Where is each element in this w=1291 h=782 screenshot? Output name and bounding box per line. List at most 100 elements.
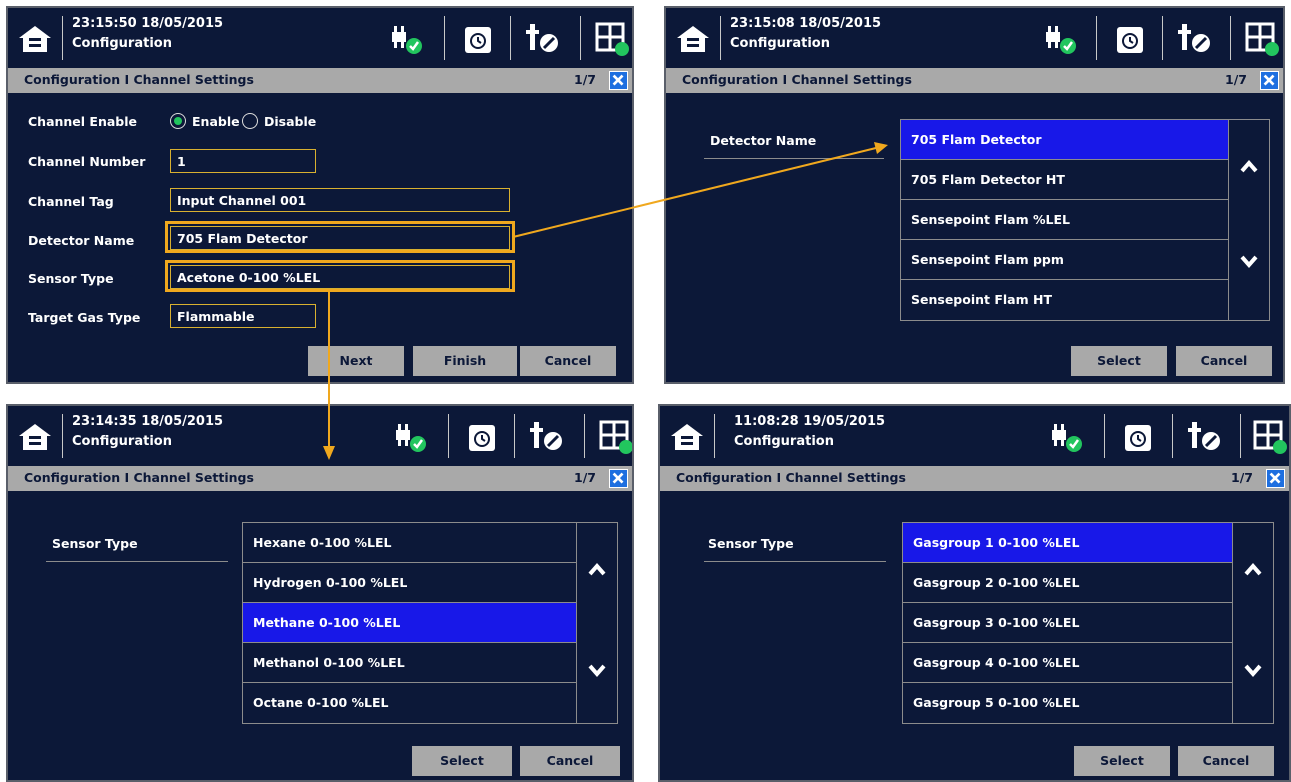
cancel-button[interactable]: Cancel: [1178, 746, 1274, 776]
power-ok-icon[interactable]: [392, 418, 432, 456]
scroll-down-icon[interactable]: [1243, 663, 1263, 679]
option-list: 705 Flam Detector 705 Flam Detector HT S…: [900, 119, 1270, 321]
list-item[interactable]: Gasgroup 4 0-100 %LEL: [903, 643, 1233, 683]
grid-menu-icon[interactable]: [1250, 418, 1290, 456]
home-icon[interactable]: [18, 24, 52, 54]
clock-datetime: 23:14:35 18/05/2015: [72, 414, 224, 429]
power-ok-icon[interactable]: [388, 20, 428, 58]
list-item[interactable]: Hydrogen 0-100 %LEL: [243, 563, 577, 603]
breadcrumb: Configuration: [72, 36, 172, 51]
list-item[interactable]: Gasgroup 5 0-100 %LEL: [903, 683, 1233, 723]
scrollbar[interactable]: [1228, 120, 1269, 320]
maintenance-icon[interactable]: [526, 418, 566, 456]
list-item[interactable]: Gasgroup 2 0-100 %LEL: [903, 563, 1233, 603]
list-item[interactable]: Hexane 0-100 %LEL: [243, 523, 577, 563]
scroll-up-icon[interactable]: [1243, 561, 1263, 577]
grid-menu-icon[interactable]: [596, 418, 634, 456]
enable-radio[interactable]: [170, 113, 186, 129]
list-item-selected[interactable]: Gasgroup 1 0-100 %LEL: [903, 523, 1233, 563]
power-ok-icon[interactable]: [1048, 418, 1088, 456]
divider: [1104, 414, 1105, 458]
divider: [1230, 16, 1231, 60]
breadcrumb: Configuration: [72, 434, 172, 449]
divider: [1172, 414, 1173, 458]
divider: [448, 414, 449, 458]
home-icon[interactable]: [670, 422, 704, 452]
screen-detector-picker: 23:15:08 18/05/2015 Configuration Config…: [664, 6, 1285, 384]
divider: [584, 414, 585, 458]
scroll-down-icon[interactable]: [587, 663, 607, 679]
finish-button[interactable]: Finish: [413, 346, 517, 376]
cancel-button[interactable]: Cancel: [520, 346, 616, 376]
window-titlebar: Configuration I Channel Settings 1/7: [666, 68, 1283, 93]
list-item[interactable]: Sensepoint Flam %LEL: [901, 200, 1229, 240]
window-title: Configuration I Channel Settings: [676, 470, 906, 485]
grid-menu-icon[interactable]: [1242, 20, 1282, 58]
close-icon[interactable]: [1260, 71, 1279, 90]
schedule-icon[interactable]: [1118, 418, 1158, 456]
enable-option-label[interactable]: Enable: [192, 114, 240, 129]
close-icon[interactable]: [609, 469, 628, 488]
list-item[interactable]: Gasgroup 3 0-100 %LEL: [903, 603, 1233, 643]
select-button[interactable]: Select: [412, 746, 512, 776]
close-icon[interactable]: [609, 71, 628, 90]
list-item[interactable]: Sensepoint Flam ppm: [901, 240, 1229, 280]
scrollbar[interactable]: [1232, 523, 1273, 723]
top-bar: 23:15:08 18/05/2015 Configuration: [666, 8, 1283, 68]
sensor-type-label: Sensor Type: [28, 271, 114, 286]
divider: [1162, 16, 1163, 60]
select-button[interactable]: Select: [1074, 746, 1170, 776]
schedule-icon[interactable]: [462, 418, 502, 456]
home-icon[interactable]: [676, 24, 710, 54]
channel-tag-field[interactable]: Input Channel 001: [170, 188, 510, 212]
close-icon[interactable]: [1266, 469, 1285, 488]
scrollbar[interactable]: [576, 523, 617, 723]
breadcrumb: Configuration: [734, 434, 834, 449]
field-underline: [704, 158, 884, 159]
list-item[interactable]: Sensepoint Flam HT: [901, 280, 1229, 320]
option-list: Gasgroup 1 0-100 %LEL Gasgroup 2 0-100 %…: [902, 522, 1274, 724]
list-item[interactable]: Octane 0-100 %LEL: [243, 683, 577, 723]
maintenance-icon[interactable]: [1184, 418, 1224, 456]
list-item-selected[interactable]: 705 Flam Detector: [901, 120, 1229, 160]
home-icon[interactable]: [18, 422, 52, 452]
page-indicator: 1/7: [1231, 470, 1253, 485]
schedule-icon[interactable]: [458, 20, 498, 58]
scroll-up-icon[interactable]: [1239, 158, 1259, 174]
divider: [580, 16, 581, 60]
detector-name-field[interactable]: 705 Flam Detector: [170, 226, 510, 250]
target-gas-field[interactable]: Flammable: [170, 304, 316, 328]
clock-datetime: 11:08:28 19/05/2015: [734, 414, 886, 429]
breadcrumb: Configuration: [730, 36, 830, 51]
divider: [714, 414, 715, 458]
power-ok-icon[interactable]: [1042, 20, 1082, 58]
schedule-icon[interactable]: [1110, 20, 1150, 58]
cancel-button[interactable]: Cancel: [520, 746, 620, 776]
channel-number-label: Channel Number: [28, 154, 146, 169]
field-underline: [704, 561, 886, 562]
cancel-button[interactable]: Cancel: [1176, 346, 1272, 376]
list-item[interactable]: Methanol 0-100 %LEL: [243, 643, 577, 683]
channel-number-field[interactable]: 1: [170, 149, 316, 173]
next-button[interactable]: Next: [308, 346, 404, 376]
window-title: Configuration I Channel Settings: [682, 72, 912, 87]
maintenance-icon[interactable]: [1174, 20, 1214, 58]
clock-datetime: 23:15:08 18/05/2015: [730, 16, 882, 31]
scroll-down-icon[interactable]: [1239, 254, 1259, 270]
list-item[interactable]: 705 Flam Detector HT: [901, 160, 1229, 200]
window-titlebar: Configuration I Channel Settings 1/7: [8, 466, 632, 491]
detector-name-label: Detector Name: [28, 233, 135, 248]
grid-menu-icon[interactable]: [592, 20, 632, 58]
scroll-up-icon[interactable]: [587, 561, 607, 577]
sensor-type-field[interactable]: Acetone 0-100 %LEL: [170, 265, 510, 289]
disable-radio[interactable]: [242, 113, 258, 129]
window-titlebar: Configuration I Channel Settings 1/7: [660, 466, 1289, 491]
select-button[interactable]: Select: [1071, 346, 1167, 376]
target-gas-label: Target Gas Type: [28, 310, 141, 325]
divider: [1240, 414, 1241, 458]
disable-option-label[interactable]: Disable: [264, 114, 316, 129]
list-item-selected[interactable]: Methane 0-100 %LEL: [243, 603, 577, 643]
field-label: Detector Name: [710, 133, 817, 148]
maintenance-icon[interactable]: [522, 20, 562, 58]
page-indicator: 1/7: [1225, 72, 1247, 87]
